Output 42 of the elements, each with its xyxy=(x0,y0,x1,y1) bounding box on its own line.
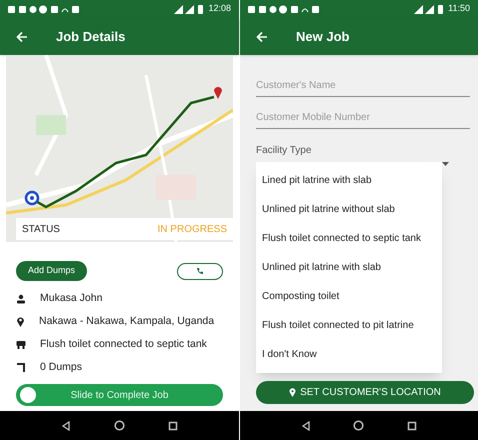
recents-nav-icon[interactable] xyxy=(406,420,417,430)
recents-nav-icon[interactable] xyxy=(168,420,178,430)
add-dumps-button[interactable]: Add Dumps xyxy=(16,261,88,281)
location-pin-icon xyxy=(16,316,25,327)
screen-title: Job Details xyxy=(56,28,126,46)
dropdown-option[interactable]: Composting toilet xyxy=(256,282,442,311)
detail-text: Nakawa - Nakawa, Kampala, Uganda xyxy=(39,314,214,329)
detail-text: Mukasa John xyxy=(40,290,102,306)
back-icon[interactable] xyxy=(256,30,268,42)
detail-text: Flush toilet connected to septic tank xyxy=(40,336,207,352)
status-label: STATUS xyxy=(22,222,60,236)
person-icon xyxy=(16,294,26,304)
dropdown-option[interactable]: Flush toilet connected to pit latrine xyxy=(256,311,442,340)
signal-battery-icon xyxy=(174,4,204,14)
screen-title: New Job xyxy=(296,28,350,46)
facility-type-label: Facility Type xyxy=(256,144,312,158)
vehicle-icon xyxy=(16,340,26,350)
pipe-icon xyxy=(16,362,26,373)
phone-icon xyxy=(196,267,204,275)
slider-thumb[interactable] xyxy=(20,387,36,403)
dropdown-option[interactable]: Flush toilet connected to septic tank xyxy=(256,224,442,253)
slider-label: Slide to Complete Job xyxy=(70,388,168,402)
home-nav-icon[interactable] xyxy=(114,420,125,431)
dropdown-option[interactable]: Lined pit latrine with slab xyxy=(256,166,442,195)
call-button[interactable] xyxy=(177,262,223,280)
dropdown-option[interactable]: Unlined pit latrine without slab xyxy=(256,195,442,224)
signal-battery-icon xyxy=(414,4,444,14)
clock-time: 12:08 xyxy=(208,2,231,16)
home-nav-icon[interactable] xyxy=(353,420,364,431)
dropdown-option[interactable]: Unlined pit latrine with slab xyxy=(256,253,442,282)
back-nav-icon[interactable] xyxy=(61,420,72,430)
dropdown-caret-icon[interactable] xyxy=(442,162,449,166)
detail-text: 0 Dumps xyxy=(40,360,82,375)
back-icon[interactable] xyxy=(16,30,28,42)
status-value: IN PROGRESS xyxy=(158,222,227,236)
location-pin-icon xyxy=(289,388,296,397)
text-input-field[interactable]: Customer Mobile Number xyxy=(256,107,470,129)
text-input-field[interactable]: Customer's Name xyxy=(256,75,470,97)
dropdown-option[interactable]: I don't Know xyxy=(256,340,442,369)
back-nav-icon[interactable] xyxy=(301,420,312,430)
clock-time: 11:50 xyxy=(448,2,470,16)
set-location-button[interactable]: SET CUSTOMER'S LOCATION xyxy=(256,381,474,404)
